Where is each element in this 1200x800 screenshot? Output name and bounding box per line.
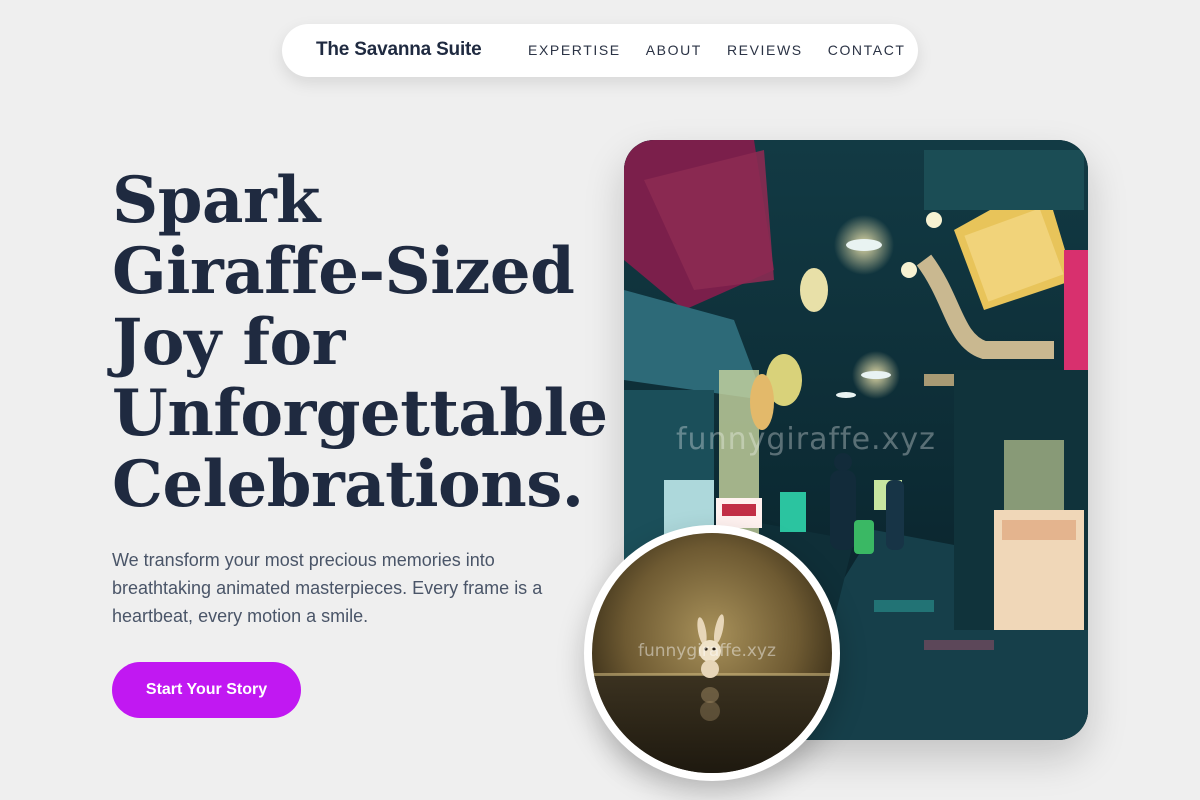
nav-link-contact[interactable]: CONTACT [828,42,906,58]
photo-watermark: funnygiraffe.xyz [676,422,936,457]
nav-link-reviews[interactable]: REVIEWS [727,42,803,58]
headline-line: Spark [112,163,321,238]
hero-headline: Spark Giraffe-Sized Joy for Unforgettabl… [112,163,608,522]
round-photo-watermark: funnygiraffe.xyz [638,641,776,661]
nav-link-expertise[interactable]: EXPERTISE [528,42,621,58]
headline-line: Joy for [112,305,345,380]
headline-line: Giraffe-Sized [112,234,575,309]
brand-logo-text[interactable]: The Savanna Suite [316,39,482,61]
hero-subtext: We transform your most precious memories… [112,550,543,626]
headline-line: Celebrations. [112,447,584,522]
nav-links: EXPERTISE ABOUT REVIEWS CONTACT [528,42,931,58]
start-your-story-button[interactable]: Start Your Story [112,662,301,718]
bunny-photo: funnygiraffe.xyz [592,533,832,773]
round-photo-frame: funnygiraffe.xyz [584,525,840,781]
nav-link-about[interactable]: ABOUT [646,42,702,58]
top-nav: The Savanna Suite EXPERTISE ABOUT REVIEW… [282,24,918,77]
headline-line: Unforgettable [112,376,608,451]
